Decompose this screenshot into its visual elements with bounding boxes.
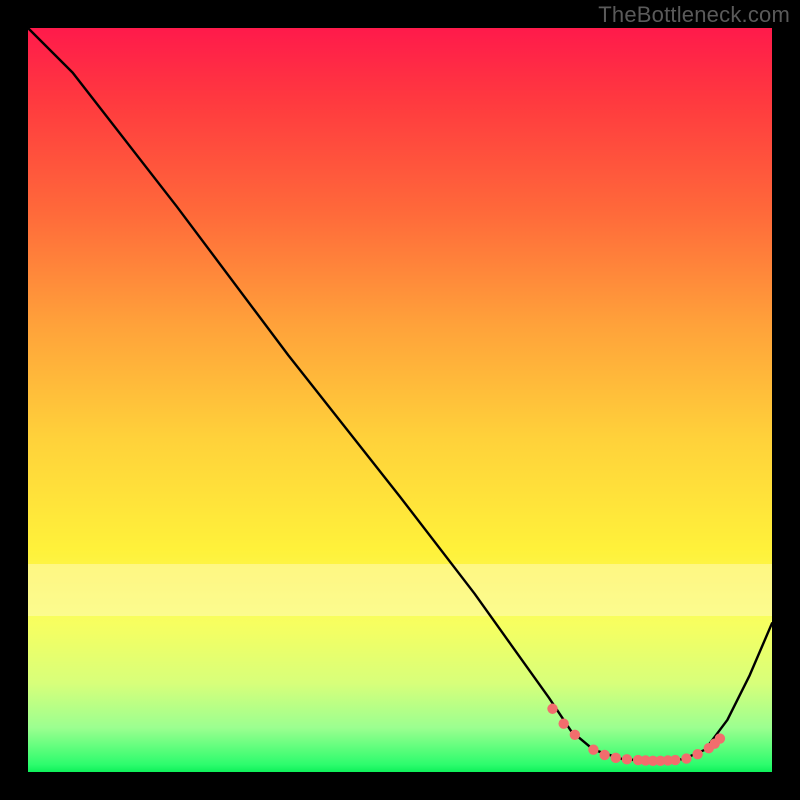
marker-point: [558, 718, 568, 728]
marker-point: [622, 754, 632, 764]
marker-point: [692, 749, 702, 759]
marker-point: [570, 730, 580, 740]
marker-point: [670, 755, 680, 765]
marker-point: [681, 753, 691, 763]
chart-frame: TheBottleneck.com: [0, 0, 800, 800]
plot-gradient-background: [28, 28, 772, 772]
marker-point: [715, 733, 725, 743]
marker-point: [588, 744, 598, 754]
marker-point: [547, 704, 557, 714]
curve-path: [28, 28, 772, 761]
marker-point: [611, 753, 621, 763]
marker-point: [599, 750, 609, 760]
watermark-text: TheBottleneck.com: [598, 2, 790, 28]
chart-svg: [28, 28, 772, 772]
